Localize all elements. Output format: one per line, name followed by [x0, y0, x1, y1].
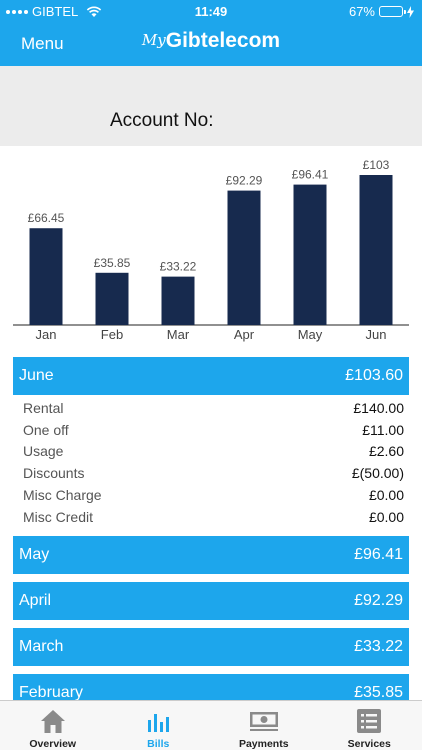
detail-label: Rental	[23, 399, 64, 416]
tab-label: Services	[347, 738, 391, 750]
detail-label: Misc Charge	[23, 487, 102, 504]
charging-icon	[407, 5, 414, 18]
tab-payments[interactable]: Payments	[211, 701, 317, 750]
bar-chart-icon	[145, 707, 171, 735]
monthly-bills-chart: £66.45 Jan £35.85 Feb £33.22 Mar £92.29 Apr £96.…	[0, 146, 422, 346]
bill-month: June	[19, 367, 54, 384]
x-tick-label: Feb	[101, 327, 123, 342]
battery-icon	[379, 6, 406, 17]
x-tick-label: May	[298, 327, 323, 342]
app-logo: MyGibtelecom	[0, 29, 422, 53]
bar-may	[293, 184, 327, 325]
tab-overview[interactable]: Overview	[0, 701, 106, 750]
x-tick-label: Jun	[366, 327, 387, 342]
status-bar: GIBTEL 11:49 67%	[0, 0, 422, 22]
detail-label: One off	[23, 421, 69, 438]
account-number-label: Account No:	[110, 110, 214, 131]
bar-jan	[29, 228, 63, 325]
detail-row-rental: Rental £140.00	[23, 397, 404, 419]
data-label: £103	[363, 158, 390, 172]
bill-month: March	[19, 637, 64, 655]
nav-bar: Menu MyGibtelecom	[0, 22, 422, 66]
detail-value: £140.00	[353, 399, 404, 416]
tab-label: Payments	[238, 738, 289, 750]
bill-row-april[interactable]: April £92.29	[13, 581, 409, 620]
detail-row-misc-charge: Misc Charge £0.00	[23, 484, 404, 506]
detail-row-discounts: Discounts £(50.00)	[23, 462, 404, 484]
bar-mar	[161, 276, 195, 325]
detail-value: £0.00	[368, 487, 404, 504]
tab-bar: Overview Bills Payments Services	[0, 700, 422, 750]
bill-month: April	[19, 591, 52, 609]
bill-month: May	[19, 545, 50, 563]
bill-total: £103.60	[345, 367, 403, 384]
detail-value: £(50.00)	[351, 465, 404, 482]
battery-info: 67%	[349, 4, 414, 19]
detail-label: Discounts	[23, 465, 85, 482]
logo-prefix: My	[141, 31, 166, 49]
tab-services[interactable]: Services	[317, 701, 422, 750]
bill-total: £33.22	[354, 637, 403, 655]
data-label: £33.22	[160, 260, 197, 274]
tab-bills[interactable]: Bills	[106, 701, 212, 750]
bar-feb	[95, 272, 129, 325]
detail-value: £2.60	[368, 443, 404, 460]
bar-chart: £66.45 Jan £35.85 Feb £33.22 Mar £92.29 Apr £96.…	[13, 158, 409, 342]
home-icon	[39, 707, 67, 735]
bill-row-may[interactable]: May £96.41	[13, 535, 409, 574]
tab-label: Overview	[29, 738, 77, 750]
bill-details: Rental £140.00 One off £11.00 Usage £2.6…	[13, 395, 409, 536]
bills-list: June £103.60 Rental £140.00 One off £11.…	[13, 357, 409, 720]
bill-total: £96.41	[354, 545, 403, 563]
detail-row-misc-credit: Misc Credit £0.00	[23, 506, 404, 528]
bar-apr	[227, 190, 261, 325]
bill-row-current[interactable]: June £103.60	[13, 357, 409, 395]
detail-label: Misc Credit	[23, 508, 94, 525]
list-icon	[356, 707, 382, 735]
data-label: £35.85	[94, 256, 131, 270]
battery-percent: 67%	[348, 4, 375, 19]
x-tick-label: Jan	[36, 327, 57, 342]
detail-value: £11.00	[362, 421, 404, 438]
data-label: £96.41	[292, 168, 329, 182]
detail-value: £0.00	[368, 508, 404, 525]
bill-total: £92.29	[354, 591, 403, 609]
logo-brand: Gibtelecom	[165, 29, 281, 52]
data-label: £92.29	[226, 174, 263, 188]
bar-jun	[359, 175, 393, 325]
detail-row-one-off: One off £11.00	[23, 419, 404, 441]
tab-label: Bills	[147, 738, 170, 750]
bill-row-march[interactable]: March £33.22	[13, 627, 409, 666]
x-tick-label: Mar	[167, 327, 190, 342]
x-tick-label: Apr	[234, 327, 255, 342]
data-label: £66.45	[28, 211, 65, 225]
cash-icon	[249, 707, 279, 735]
detail-row-usage: Usage £2.60	[23, 441, 404, 463]
detail-label: Usage	[23, 443, 64, 460]
account-panel: Account No:	[0, 66, 422, 146]
